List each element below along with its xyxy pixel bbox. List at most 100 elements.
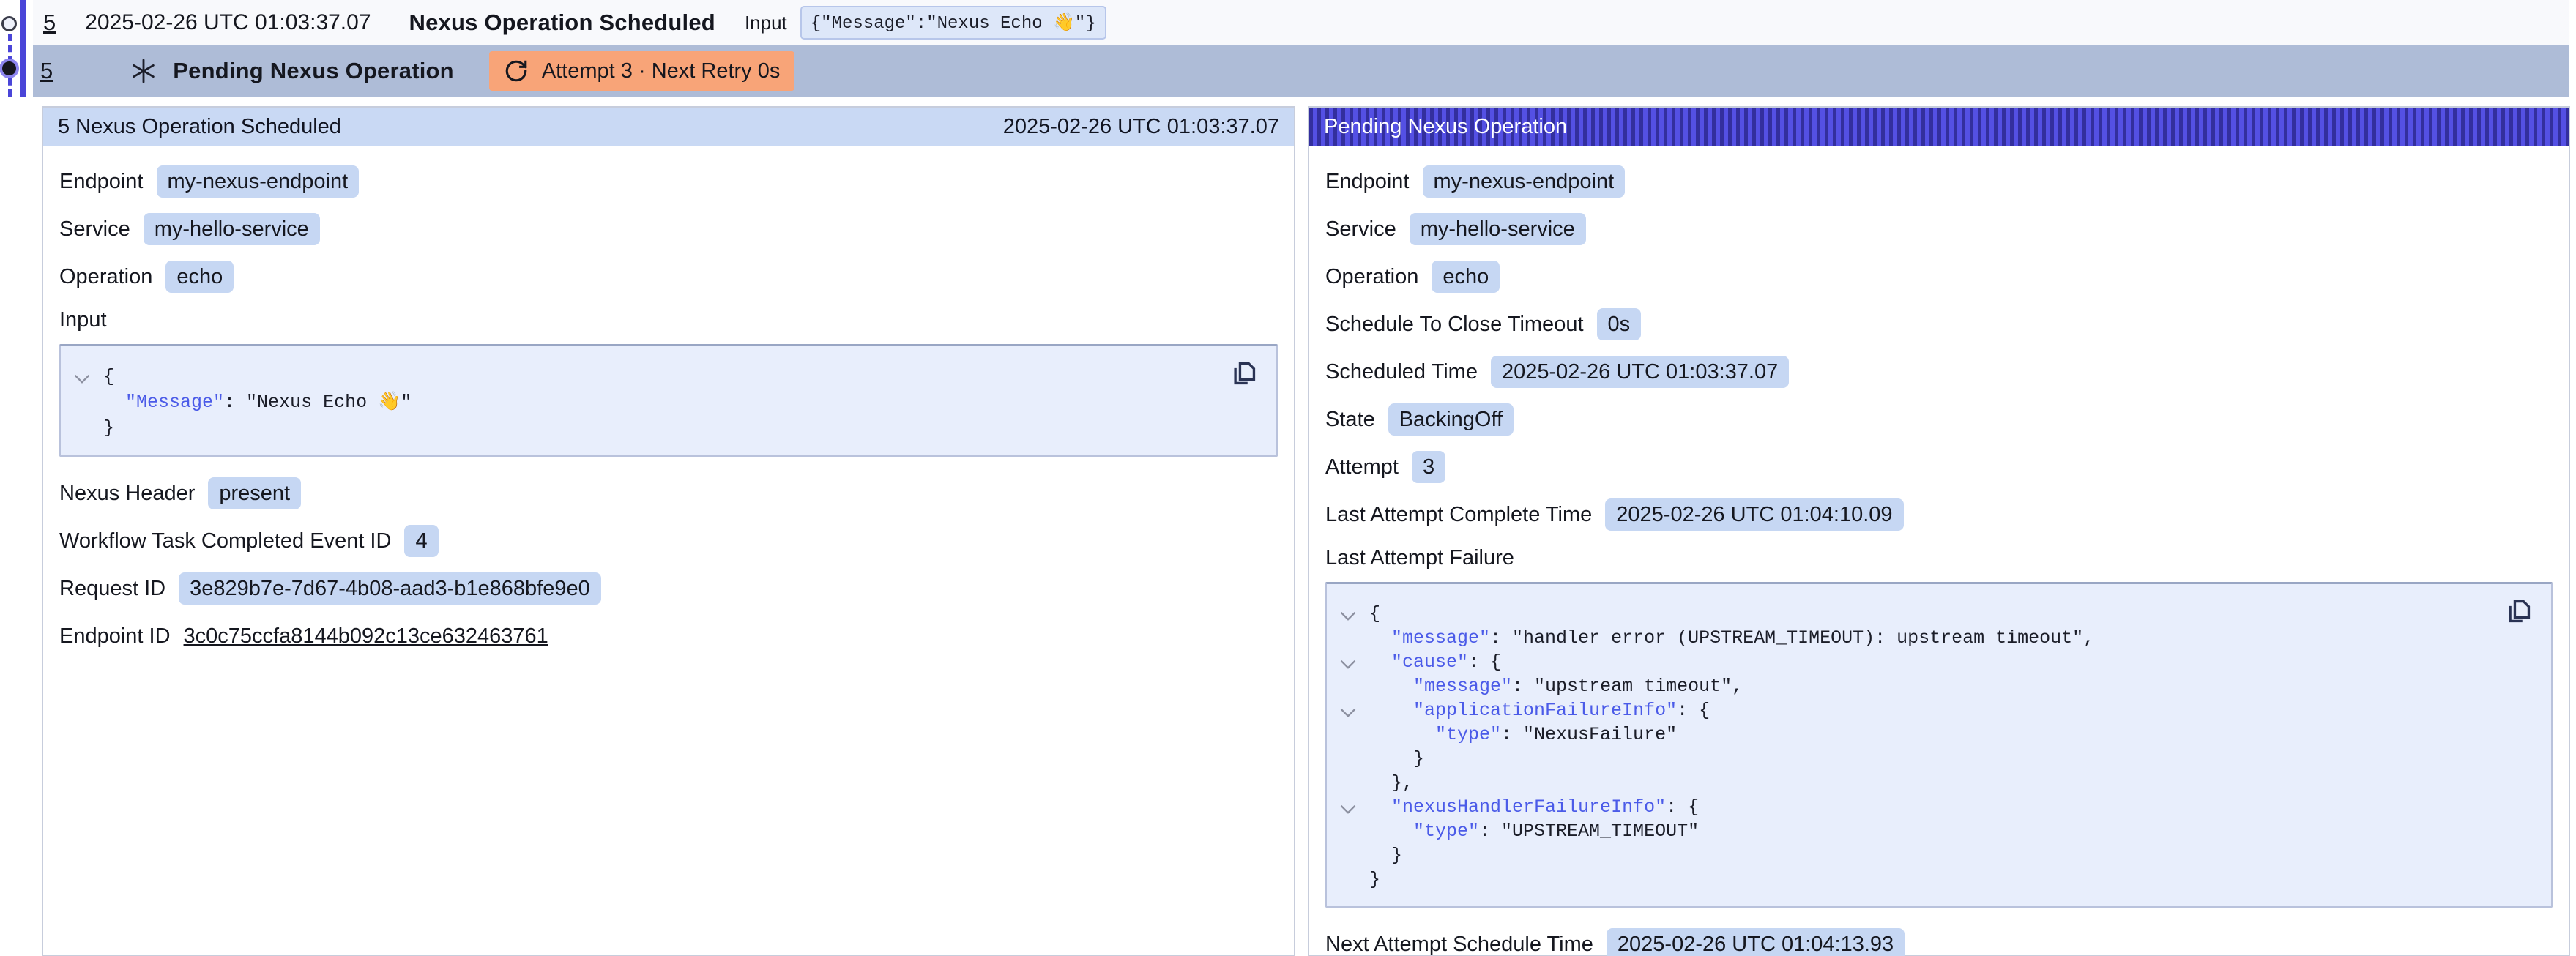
timeline-marker-open-icon — [1, 16, 17, 31]
field-label: Endpoint — [59, 170, 144, 194]
panel-header: 5 Nexus Operation Scheduled 2025-02-26 U… — [43, 108, 1294, 146]
field-row-operation: Operation echo — [59, 261, 1278, 293]
field-value-badge: my-nexus-endpoint — [1423, 165, 1626, 198]
nexus-operation-scheduled-panel: 5 Nexus Operation Scheduled 2025-02-26 U… — [42, 106, 1295, 956]
code-line: { — [1327, 602, 2551, 626]
panel-title: Pending Nexus Operation — [1324, 115, 1567, 139]
code-line: "message": "upstream timeout", — [1327, 674, 2551, 698]
field-label: Endpoint ID — [59, 624, 171, 649]
code-line: } — [1327, 867, 2551, 892]
field-row-last-attempt-complete-time: Last Attempt Complete Time 2025-02-26 UT… — [1325, 498, 2553, 531]
code-text — [1369, 698, 1413, 722]
code-text: } — [1369, 747, 1424, 771]
collapse-chevron-icon[interactable] — [1327, 650, 1369, 674]
field-row-service: Service my-hello-service — [1325, 213, 2553, 245]
code-line: "applicationFailureInfo": { — [1327, 698, 2551, 722]
field-row-workflow-task-completed-event-id: Workflow Task Completed Event ID 4 — [59, 525, 1278, 557]
field-label: Scheduled Time — [1325, 360, 1478, 384]
field-label: Schedule To Close Timeout — [1325, 313, 1584, 337]
code-line: { — [61, 364, 1276, 389]
field-label: Last Attempt Complete Time — [1325, 503, 1592, 527]
field-label: Next Attempt Schedule Time — [1325, 933, 1593, 956]
panel-title: 5 Nexus Operation Scheduled — [58, 115, 341, 139]
field-row-endpoint: Endpoint my-nexus-endpoint — [1325, 165, 2553, 198]
code-text: } — [1369, 867, 1380, 892]
input-section-label: Input — [59, 308, 1278, 332]
field-label: Endpoint — [1325, 170, 1410, 194]
copy-button[interactable] — [1229, 359, 1259, 389]
field-value-badge: present — [208, 477, 301, 509]
field-row-next-attempt-schedule-time: Next Attempt Schedule Time 2025-02-26 UT… — [1325, 928, 2553, 956]
code-line: "cause": { — [1327, 650, 2551, 674]
code-line: } — [1327, 843, 2551, 867]
event-input-value-chip: {"Message":"Nexus Echo 👋"} — [800, 6, 1106, 40]
code-text: { — [1369, 602, 1380, 626]
collapse-chevron-icon[interactable] — [1327, 795, 1369, 819]
failure-section-label: Last Attempt Failure — [1325, 546, 2553, 570]
code-text: }, — [1369, 771, 1413, 795]
collapse-chevron-icon[interactable] — [61, 364, 103, 389]
field-value-badge: BackingOff — [1388, 403, 1514, 436]
last-attempt-failure-json-viewer: { "message": "handler error (UPSTREAM_TI… — [1325, 582, 2553, 908]
field-label: Operation — [1325, 265, 1418, 289]
event-title: Nexus Operation Scheduled — [409, 10, 715, 36]
code-line: } — [61, 415, 1276, 441]
field-row-attempt: Attempt 3 — [1325, 451, 2553, 483]
code-line: } — [1327, 747, 2551, 771]
field-label: State — [1325, 408, 1375, 432]
event-row-nexus-operation-scheduled[interactable]: 5 2025-02-26 UTC 01:03:37.07 Nexus Opera… — [33, 0, 2569, 45]
code-text — [1369, 650, 1391, 674]
field-value-badge: 3e829b7e-7d67-4b08-aad3-b1e868bfe9e0 — [179, 572, 601, 605]
field-label: Workflow Task Completed Event ID — [59, 529, 391, 553]
code-line: "message": "handler error (UPSTREAM_TIME… — [1327, 626, 2551, 650]
field-value-badge: 2025-02-26 UTC 01:03:37.07 — [1491, 356, 1789, 388]
field-value-badge: my-hello-service — [144, 213, 320, 245]
field-label: Nexus Header — [59, 482, 195, 506]
field-label: Service — [59, 217, 130, 242]
field-value-badge: echo — [1432, 261, 1500, 293]
panel-timestamp: 2025-02-26 UTC 01:03:37.07 — [1003, 115, 1279, 139]
retry-status-badge: Attempt 3 · Next Retry 0s — [489, 51, 795, 91]
field-label: Attempt — [1325, 455, 1399, 479]
code-line: "nexusHandlerFailureInfo": { — [1327, 795, 2551, 819]
code-line: "type": "UPSTREAM_TIMEOUT" — [1327, 819, 2551, 843]
field-label: Service — [1325, 217, 1396, 242]
pending-operation-icon — [129, 56, 158, 86]
code-text: { — [103, 364, 114, 389]
field-row-schedule-to-close-timeout: Schedule To Close Timeout 0s — [1325, 308, 2553, 340]
copy-button[interactable] — [2504, 597, 2534, 627]
retry-icon — [504, 59, 529, 83]
pending-operation-title: Pending Nexus Operation — [173, 58, 454, 84]
event-id-link[interactable]: 5 — [43, 10, 56, 36]
field-row-endpoint: Endpoint my-nexus-endpoint — [59, 165, 1278, 198]
event-row-pending-nexus-operation[interactable]: 5 Pending Nexus Operation Attempt 3 · Ne… — [33, 45, 2569, 97]
code-line: "Message": "Nexus Echo 👋" — [61, 389, 1276, 415]
field-row-service: Service my-hello-service — [59, 213, 1278, 245]
field-value-badge: my-hello-service — [1410, 213, 1586, 245]
event-id-link[interactable]: 5 — [40, 58, 53, 84]
code-text — [103, 389, 125, 415]
field-label: Operation — [59, 265, 152, 289]
endpoint-id-link[interactable]: 3c0c75ccfa8144b092c13ce632463761 — [184, 624, 548, 649]
event-timestamp: 2025-02-26 UTC 01:03:37.07 — [85, 10, 371, 35]
field-row-operation: Operation echo — [1325, 261, 2553, 293]
field-row-nexus-header: Nexus Header present — [59, 477, 1278, 509]
panel-header: Pending Nexus Operation — [1309, 108, 2569, 146]
copy-icon — [2505, 597, 2533, 625]
input-json-viewer: { "Message": "Nexus Echo 👋" } — [59, 344, 1278, 457]
field-row-request-id: Request ID 3e829b7e-7d67-4b08-aad3-b1e86… — [59, 572, 1278, 605]
timeline-marker-current-icon — [2, 61, 16, 75]
collapse-chevron-icon[interactable] — [1327, 602, 1369, 626]
field-value-badge: 4 — [404, 525, 438, 557]
event-input-label: Input — [745, 12, 787, 34]
code-text — [1369, 795, 1391, 819]
code-text — [1369, 626, 1391, 650]
collapse-chevron-icon[interactable] — [1327, 698, 1369, 722]
code-text — [1369, 722, 1435, 747]
field-value-badge: my-nexus-endpoint — [157, 165, 360, 198]
field-row-endpoint-id: Endpoint ID 3c0c75ccfa8144b092c13ce63246… — [59, 620, 1278, 652]
code-text — [1369, 819, 1413, 843]
code-text: } — [103, 415, 114, 441]
timeline-active-bar — [20, 0, 26, 97]
code-line: }, — [1327, 771, 2551, 795]
